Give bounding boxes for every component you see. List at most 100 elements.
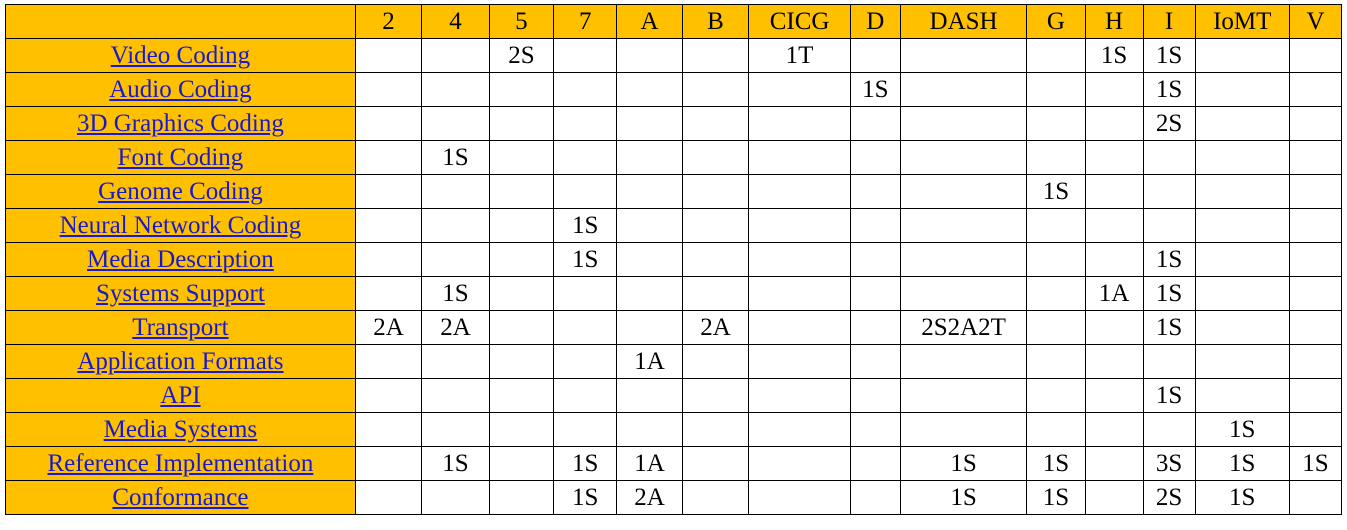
cell-application-formats-7 — [553, 344, 618, 379]
cell-transport-d — [849, 310, 901, 345]
cell-audio-coding-dash — [899, 72, 1028, 107]
work-area-link[interactable]: Media Systems — [104, 416, 257, 443]
cell-transport-h — [1084, 310, 1144, 345]
cell-conformance-i: 2S — [1142, 480, 1196, 515]
cell-conformance-h — [1084, 480, 1144, 515]
column-header-h: H — [1084, 4, 1144, 39]
cell-neural-network-coding-cicg — [748, 208, 851, 243]
cell-3d-graphics-coding-h — [1084, 106, 1144, 141]
work-area-link[interactable]: Audio Coding — [109, 76, 251, 103]
cell-genome-coding-4 — [421, 174, 490, 209]
work-areas-matrix-table: 2 4 5 7 A B CICG D DASH G H I IoMT V Video Coding 2S 1T… — [5, 4, 1343, 515]
cell-3d-graphics-coding-b — [681, 106, 750, 141]
cell-3d-graphics-coding-4 — [421, 106, 490, 141]
cell-reference-implementation-2 — [354, 446, 423, 481]
cell-neural-network-coding-h — [1084, 208, 1144, 243]
cell-font-coding-d — [849, 140, 901, 175]
cell-reference-implementation-b — [681, 446, 750, 481]
cell-genome-coding-cicg — [748, 174, 851, 209]
cell-media-description-d — [849, 242, 901, 277]
cell-media-systems-g — [1026, 412, 1086, 447]
table-row: Media Systems 1S — [5, 412, 1343, 447]
cell-conformance-5 — [488, 480, 555, 515]
cell-font-coding-4: 1S — [421, 140, 490, 175]
cell-genome-coding-a — [616, 174, 683, 209]
cell-video-coding-4 — [421, 38, 490, 73]
cell-systems-support-g — [1026, 276, 1086, 311]
work-area-link[interactable]: API — [160, 382, 200, 409]
table-row: Systems Support 1S 1A 1S — [5, 276, 1343, 311]
cell-genome-coding-i — [1142, 174, 1196, 209]
cell-media-systems-a — [616, 412, 683, 447]
work-area-link[interactable]: Conformance — [112, 484, 248, 511]
row-header-font-coding: Font Coding — [5, 140, 356, 175]
cell-reference-implementation-g: 1S — [1026, 446, 1086, 481]
cell-transport-5 — [488, 310, 555, 345]
work-area-link[interactable]: Video Coding — [111, 42, 250, 69]
table-row: Transport 2A 2A 2A 2S2A2T 1S — [5, 310, 1343, 345]
cell-neural-network-coding-5 — [488, 208, 555, 243]
work-area-link[interactable]: Font Coding — [118, 144, 244, 171]
table-header: 2 4 5 7 A B CICG D DASH G H I IoMT V — [5, 4, 1343, 39]
cell-transport-g — [1026, 310, 1086, 345]
cell-video-coding-h: 1S — [1084, 38, 1144, 73]
cell-genome-coding-iomt — [1194, 174, 1290, 209]
cell-media-description-v — [1288, 242, 1343, 277]
cell-font-coding-dash — [899, 140, 1028, 175]
cell-audio-coding-v — [1288, 72, 1343, 107]
table-row: Neural Network Coding 1S — [5, 208, 1343, 243]
cell-media-systems-i — [1142, 412, 1196, 447]
cell-transport-2: 2A — [354, 310, 423, 345]
cell-systems-support-i: 1S — [1142, 276, 1196, 311]
cell-audio-coding-g — [1026, 72, 1086, 107]
cell-3d-graphics-coding-2 — [354, 106, 423, 141]
cell-systems-support-5 — [488, 276, 555, 311]
table-row: 3D Graphics Coding 2S — [5, 106, 1343, 141]
cell-media-description-7: 1S — [553, 242, 618, 277]
cell-neural-network-coding-v — [1288, 208, 1343, 243]
cell-transport-b: 2A — [681, 310, 750, 345]
table-body: Video Coding 2S 1T 1S 1S Audio Coding 1S 1S 3D G… — [5, 38, 1343, 515]
cell-systems-support-a — [616, 276, 683, 311]
cell-font-coding-2 — [354, 140, 423, 175]
cell-3d-graphics-coding-cicg — [748, 106, 851, 141]
work-area-link[interactable]: Reference Implementation — [47, 450, 313, 477]
work-area-link[interactable]: Media Description — [87, 246, 274, 273]
cell-video-coding-g — [1026, 38, 1086, 73]
cell-genome-coding-h — [1084, 174, 1144, 209]
cell-conformance-d — [849, 480, 901, 515]
cell-video-coding-2 — [354, 38, 423, 73]
cell-api-a — [616, 378, 683, 413]
cell-genome-coding-v — [1288, 174, 1343, 209]
column-header-b: B — [681, 4, 750, 39]
cell-reference-implementation-dash: 1S — [899, 446, 1028, 481]
cell-application-formats-dash — [899, 344, 1028, 379]
cell-application-formats-cicg — [748, 344, 851, 379]
matrix-container: 2 4 5 7 A B CICG D DASH G H I IoMT V Video Coding 2S 1T… — [0, 0, 1347, 530]
header-row: 2 4 5 7 A B CICG D DASH G H I IoMT V — [5, 4, 1343, 39]
work-area-link[interactable]: Systems Support — [96, 280, 265, 307]
cell-media-description-i: 1S — [1142, 242, 1196, 277]
work-area-link[interactable]: Neural Network Coding — [60, 212, 302, 239]
cell-api-dash — [899, 378, 1028, 413]
corner-cell — [5, 4, 356, 39]
cell-media-systems-cicg — [748, 412, 851, 447]
cell-3d-graphics-coding-d — [849, 106, 901, 141]
work-area-link[interactable]: Genome Coding — [98, 178, 263, 205]
row-header-application-formats: Application Formats — [5, 344, 356, 379]
cell-font-coding-v — [1288, 140, 1343, 175]
table-row: Audio Coding 1S 1S — [5, 72, 1343, 107]
work-area-link[interactable]: Transport — [132, 314, 228, 341]
column-header-cicg: CICG — [748, 4, 851, 39]
cell-audio-coding-a — [616, 72, 683, 107]
column-header-4: 4 — [421, 4, 490, 39]
cell-genome-coding-5 — [488, 174, 555, 209]
work-area-link[interactable]: Application Formats — [77, 348, 283, 375]
cell-media-systems-iomt: 1S — [1194, 412, 1290, 447]
row-header-genome-coding: Genome Coding — [5, 174, 356, 209]
cell-systems-support-iomt — [1194, 276, 1290, 311]
work-area-link[interactable]: 3D Graphics Coding — [77, 110, 284, 137]
cell-reference-implementation-a: 1A — [616, 446, 683, 481]
cell-genome-coding-g: 1S — [1026, 174, 1086, 209]
cell-font-coding-h — [1084, 140, 1144, 175]
